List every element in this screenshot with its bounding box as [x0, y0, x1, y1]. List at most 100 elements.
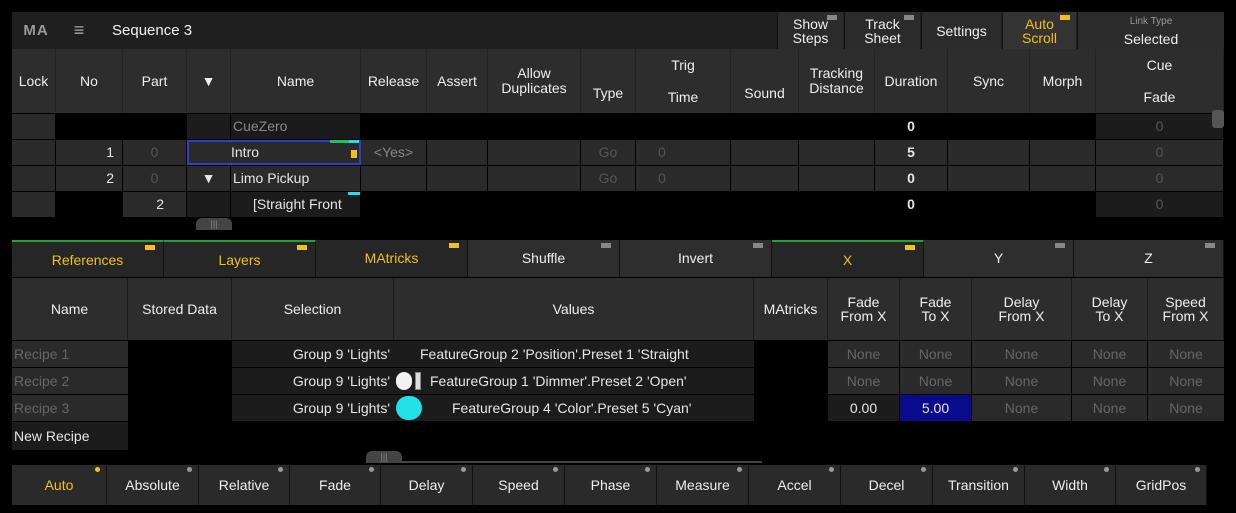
recipe-delay-to[interactable]: None	[1072, 395, 1148, 421]
cue-row[interactable]: 2 [Straight Front 0 0	[12, 192, 1224, 217]
col-tracking-distance[interactable]: Tracking Distance	[799, 49, 875, 113]
col-trig-time[interactable]: Trig Time	[636, 49, 731, 113]
recipe-delay-from[interactable]: None	[972, 341, 1072, 367]
cue-type[interactable]: Go	[581, 166, 636, 191]
cue-duration[interactable]: 0	[875, 166, 948, 191]
cue-name[interactable]: Limo Pickup	[231, 166, 361, 191]
col-speed-from-x[interactable]: Speed From X	[1148, 278, 1224, 340]
measure-button[interactable]: Measure	[657, 465, 749, 505]
track-sheet-button[interactable]: Track Sheet	[844, 12, 920, 49]
recipe-fade-from[interactable]: None	[828, 368, 900, 394]
col-release[interactable]: Release	[361, 49, 427, 113]
recipe-name[interactable]: Recipe 2	[12, 368, 128, 394]
resize-handle[interactable]: |||	[196, 218, 232, 230]
col-values[interactable]: Values	[394, 278, 754, 340]
auto-scroll-button[interactable]: Auto Scroll	[1002, 12, 1076, 49]
settings-button[interactable]: Settings	[921, 12, 1001, 49]
cue-part[interactable]: 0	[123, 140, 187, 165]
relative-button[interactable]: Relative	[199, 465, 290, 505]
recipe-delay-to[interactable]: None	[1072, 368, 1148, 394]
recipe-fade-to[interactable]: None	[900, 341, 972, 367]
recipe-speed-from[interactable]: None	[1148, 395, 1224, 421]
resize-handle[interactable]: |||	[366, 451, 402, 463]
tab-layers[interactable]: Layers	[164, 240, 316, 277]
col-part[interactable]: Part	[123, 49, 187, 113]
recipe-fade-to[interactable]: None	[900, 368, 972, 394]
absolute-button[interactable]: Absolute	[107, 465, 199, 505]
cue-part[interactable]: 0	[123, 166, 187, 191]
cue-trig-time[interactable]: 0	[636, 140, 731, 165]
col-fade-from-x[interactable]: Fade From X	[828, 278, 900, 340]
cue-no[interactable]: 2	[56, 166, 123, 191]
recipe-selection[interactable]: Group 9 'Lights'	[232, 341, 394, 367]
transition-button[interactable]: Transition	[933, 465, 1025, 505]
recipe-row[interactable]: Recipe 3 Group 9 'Lights' FeatureGroup 4…	[12, 395, 1224, 421]
recipe-name[interactable]: Recipe 1	[12, 341, 128, 367]
col-delay-to-x[interactable]: Delay To X	[1072, 278, 1148, 340]
tab-matricks[interactable]: MAtricks	[316, 240, 468, 277]
recipe-delay-from[interactable]: None	[972, 395, 1072, 421]
col-expand[interactable]: ▼	[187, 49, 231, 113]
auto-button[interactable]: Auto	[12, 465, 107, 505]
cue-fade[interactable]: 0	[1096, 166, 1224, 191]
col-stored-data[interactable]: Stored Data	[128, 278, 232, 340]
cue-row[interactable]: 2 0 ▼ Limo Pickup Go 0 0 0	[12, 166, 1224, 191]
recipe-row[interactable]: Recipe 2 Group 9 'Lights' FeatureGroup 1…	[12, 368, 1224, 394]
expand-arrow-icon[interactable]: ▼	[187, 166, 231, 191]
recipe-speed-from[interactable]: None	[1148, 368, 1224, 394]
cue-row[interactable]: 1 0 Intro <Yes> Go 0 5 0	[12, 140, 1224, 165]
col-duration[interactable]: Duration	[875, 49, 948, 113]
tab-z[interactable]: Z	[1074, 240, 1224, 277]
col-delay-from-x[interactable]: Delay From X	[972, 278, 1072, 340]
cue-type[interactable]: Go	[581, 140, 636, 165]
phase-button[interactable]: Phase	[565, 465, 657, 505]
gridpos-button[interactable]: GridPos	[1116, 465, 1207, 505]
col-assert[interactable]: Assert	[427, 49, 488, 113]
col-cue-fade[interactable]: Cue Fade	[1096, 49, 1224, 113]
menu-icon[interactable]: ≡	[66, 12, 92, 49]
new-recipe-button[interactable]: New Recipe	[12, 422, 128, 450]
recipe-values[interactable]: FeatureGroup 2 'Position'.Preset 1 'Stra…	[394, 341, 754, 367]
cue-duration[interactable]: 0	[875, 114, 948, 139]
col-fade-to-x[interactable]: Fade To X	[900, 278, 972, 340]
speed-button[interactable]: Speed	[473, 465, 565, 505]
cue-fade[interactable]: 0	[1096, 114, 1224, 139]
recipe-fade-from[interactable]: 0.00	[828, 395, 900, 421]
show-steps-button[interactable]: Show Steps	[777, 12, 843, 49]
fade-button[interactable]: Fade	[290, 465, 381, 505]
tab-references[interactable]: References	[12, 240, 164, 277]
col-matricks[interactable]: MAtricks	[754, 278, 828, 340]
link-type-selector[interactable]: Link Type Selected	[1077, 12, 1224, 49]
decel-button[interactable]: Decel	[841, 465, 933, 505]
cue-release[interactable]: <Yes>	[361, 140, 427, 165]
cue-row[interactable]: CueZero 0 0	[12, 114, 1224, 139]
cue-duration[interactable]: 5	[875, 140, 948, 165]
tab-x[interactable]: X	[772, 240, 924, 277]
recipe-fade-from[interactable]: None	[828, 341, 900, 367]
recipe-row[interactable]: New Recipe	[12, 422, 1224, 450]
col-no[interactable]: No	[56, 49, 123, 113]
cue-name[interactable]: CueZero	[231, 114, 361, 139]
cue-duration[interactable]: 0	[875, 192, 948, 217]
recipe-delay-from[interactable]: None	[972, 368, 1072, 394]
cue-fade[interactable]: 0	[1096, 140, 1224, 165]
col-sync[interactable]: Sync	[948, 49, 1030, 113]
recipe-speed-from[interactable]: None	[1148, 341, 1224, 367]
recipe-name[interactable]: Recipe 3	[12, 395, 128, 421]
cue-name[interactable]: Intro	[187, 140, 361, 165]
recipe-row[interactable]: Recipe 1 Group 9 'Lights' FeatureGroup 2…	[12, 341, 1224, 367]
cue-fade[interactable]: 0	[1096, 192, 1224, 217]
col-morph[interactable]: Morph	[1030, 49, 1096, 113]
recipe-selection[interactable]: Group 9 'Lights'	[232, 395, 394, 421]
col-sound[interactable]: Sound	[731, 49, 799, 113]
ma-logo[interactable]: MA	[12, 12, 60, 49]
col-lock[interactable]: Lock	[12, 49, 56, 113]
tab-invert[interactable]: Invert	[620, 240, 772, 277]
cue-trig-time[interactable]: 0	[636, 166, 731, 191]
tab-shuffle[interactable]: Shuffle	[468, 240, 620, 277]
recipe-values[interactable]: FeatureGroup 4 'Color'.Preset 5 'Cyan'	[394, 395, 754, 421]
scrollbar[interactable]	[1212, 110, 1224, 128]
width-button[interactable]: Width	[1025, 465, 1116, 505]
col-type[interactable]: Type	[581, 49, 636, 113]
tab-y[interactable]: Y	[924, 240, 1074, 277]
